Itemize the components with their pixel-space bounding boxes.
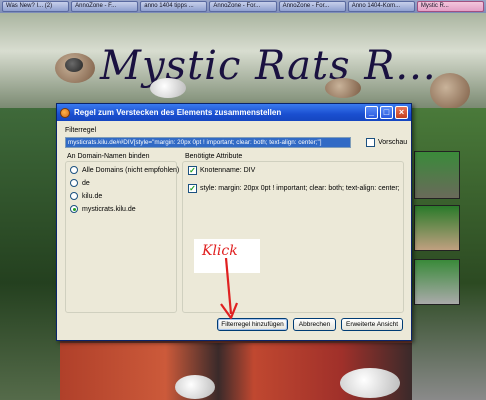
task-button-6[interactable]: Anno 1404-Kom... xyxy=(347,1,415,12)
task-button-7[interactable]: Mystic R... xyxy=(416,1,484,12)
domain-group-heading: An Domain-Namen binden xyxy=(67,153,150,160)
dialog-title: Regel zum Verstecken des Elements zusamm… xyxy=(74,108,282,117)
minimize-button[interactable]: _ xyxy=(365,106,378,119)
dialog-titlebar[interactable]: Regel zum Verstecken des Elements zusamm… xyxy=(57,104,411,121)
domain-option-label: Alle Domains (nicht empfohlen) xyxy=(82,167,180,174)
domain-radio-de[interactable] xyxy=(70,179,78,187)
domain-radio-mysticrats[interactable] xyxy=(70,205,78,213)
domain-radio-kilu[interactable] xyxy=(70,192,78,200)
photo-thumbnail[interactable] xyxy=(414,259,460,305)
rat-image xyxy=(325,78,361,98)
attribute-checkbox-style[interactable]: ✓ xyxy=(188,184,197,193)
advanced-view-button[interactable]: Erweiterte Ansicht xyxy=(341,318,403,331)
filter-rule-label: Filterregel xyxy=(65,127,97,134)
attribute-label: style: margin: 20px 0pt ! important; cle… xyxy=(200,185,400,192)
attribute-checkbox-nodename[interactable]: ✓ xyxy=(188,166,197,175)
attribute-label: Knotenname: DIV xyxy=(200,167,256,174)
rat-image xyxy=(150,78,186,98)
domain-option-label: de xyxy=(82,180,90,187)
photo-thumbnail[interactable] xyxy=(414,151,460,199)
site-banner-title: Mystic Rats R... xyxy=(100,43,437,89)
red-arrow-icon xyxy=(220,258,239,320)
task-button-5[interactable]: AnnoZone - For... xyxy=(278,1,346,12)
rat-image xyxy=(430,73,470,109)
domain-option-label: kilu.de xyxy=(82,193,103,200)
rat-image xyxy=(340,368,400,398)
maximize-button[interactable]: □ xyxy=(380,106,393,119)
task-button-4[interactable]: AnnoZone - For... xyxy=(209,1,277,12)
rat-image xyxy=(175,375,215,399)
domain-option-label: mysticrats.kilu.de xyxy=(82,206,136,213)
photo-thumbnail[interactable] xyxy=(414,205,460,251)
attributes-group-heading: Benötigte Attribute xyxy=(185,153,243,160)
close-button[interactable]: × xyxy=(395,106,408,119)
task-button-3[interactable]: anno 1404 tipps ... xyxy=(140,1,208,12)
preview-label: Vorschau xyxy=(378,139,408,146)
rat-image xyxy=(65,58,83,72)
klick-annotation-text: Klick xyxy=(202,243,238,259)
task-button-1[interactable]: Was New? I... (2) xyxy=(2,1,70,12)
task-button-2[interactable]: AnnoZone - F... xyxy=(71,1,139,12)
forest-image-left xyxy=(0,108,60,400)
adblock-icon xyxy=(60,107,70,118)
site-banner: Mystic Rats R... xyxy=(0,13,486,109)
preview-checkbox[interactable] xyxy=(366,138,375,147)
taskbar: Was New? I... (2) AnnoZone - F... anno 1… xyxy=(0,0,486,13)
cancel-button[interactable]: Abbrechen xyxy=(293,318,336,331)
domain-radio-all[interactable] xyxy=(70,166,78,174)
filter-rule-input[interactable]: mysticrats.kilu.de##DIV[style="margin: 2… xyxy=(65,137,351,148)
